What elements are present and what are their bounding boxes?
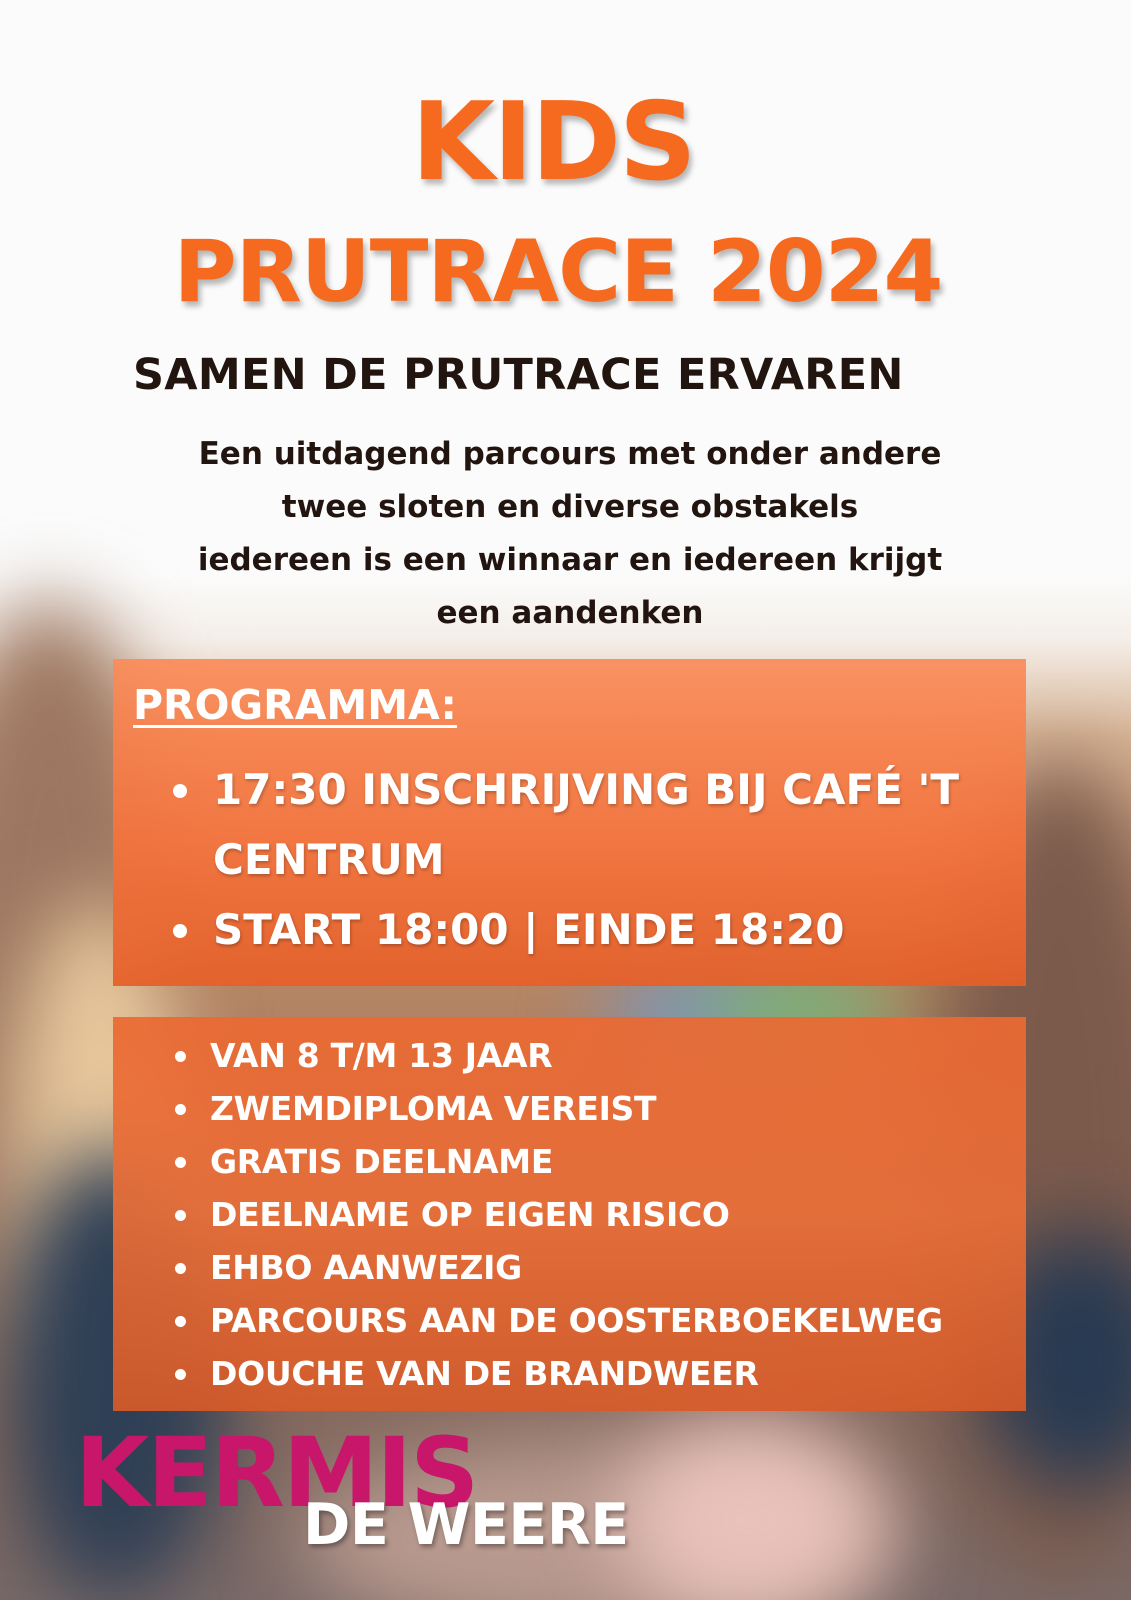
bullet-icon bbox=[175, 1051, 186, 1062]
info-item-text: DEELNAME OP EIGEN RISICO bbox=[210, 1195, 730, 1234]
program-item-text: START 18:00 | EINDE 18:20 bbox=[213, 905, 845, 954]
title-prutrace: PRUTRACE 2024 bbox=[173, 222, 944, 322]
background-blur-shape bbox=[620, 1420, 880, 1600]
subtitle: SAMEN DE PRUTRACE ERVAREN bbox=[133, 350, 904, 400]
title-kids: KIDS bbox=[411, 80, 696, 205]
bullet-icon bbox=[173, 784, 187, 798]
info-item: EHBO AANWEZIG bbox=[173, 1241, 1023, 1294]
info-item: PARCOURS AAN DE OOSTERBOEKELWEG bbox=[173, 1294, 1023, 1347]
info-item-text: GRATIS DEELNAME bbox=[210, 1142, 554, 1181]
description-line: iedereen is een winnaar en iedereen krij… bbox=[197, 542, 943, 578]
bullet-icon bbox=[175, 1369, 186, 1380]
info-item-text: EHBO AANWEZIG bbox=[210, 1248, 522, 1287]
program-panel: PROGRAMMA: 17:30 INSCHRIJVING BIJ CAFÉ '… bbox=[113, 659, 1026, 986]
info-list: VAN 8 T/M 13 JAAR ZWEMDIPLOMA VEREIST GR… bbox=[173, 1029, 1023, 1400]
info-item: GRATIS DEELNAME bbox=[173, 1135, 1023, 1188]
info-item-text: DOUCHE VAN DE BRANDWEER bbox=[210, 1354, 759, 1393]
info-item-text: ZWEMDIPLOMA VEREIST bbox=[210, 1089, 657, 1128]
info-item-text: VAN 8 T/M 13 JAAR bbox=[210, 1036, 553, 1075]
info-item: ZWEMDIPLOMA VEREIST bbox=[173, 1082, 1023, 1135]
bullet-icon bbox=[175, 1316, 186, 1327]
program-list: 17:30 INSCHRIJVING BIJ CAFÉ 'T CENTRUM S… bbox=[168, 755, 1008, 965]
description-line: een aandenken bbox=[436, 595, 704, 631]
program-item-text: 17:30 INSCHRIJVING BIJ CAFÉ 'T CENTRUM bbox=[213, 765, 960, 884]
description: Een uitdagend parcours met onder andere … bbox=[110, 428, 1030, 640]
info-item: VAN 8 T/M 13 JAAR bbox=[173, 1029, 1023, 1082]
info-item-text: PARCOURS AAN DE OOSTERBOEKELWEG bbox=[210, 1301, 943, 1340]
bullet-icon bbox=[175, 1157, 186, 1168]
description-line: twee sloten en diverse obstakels bbox=[281, 489, 859, 525]
info-panel: VAN 8 T/M 13 JAAR ZWEMDIPLOMA VEREIST GR… bbox=[113, 1017, 1026, 1411]
bullet-icon bbox=[173, 924, 187, 938]
logo-de-weere: DE WEERE bbox=[303, 1492, 629, 1558]
description-line: Een uitdagend parcours met onder andere bbox=[198, 436, 942, 472]
program-heading: PROGRAMMA: bbox=[133, 681, 457, 729]
program-item: START 18:00 | EINDE 18:20 bbox=[168, 895, 1008, 965]
bullet-icon bbox=[175, 1104, 186, 1115]
info-item: DOUCHE VAN DE BRANDWEER bbox=[173, 1347, 1023, 1400]
program-item: 17:30 INSCHRIJVING BIJ CAFÉ 'T CENTRUM bbox=[168, 755, 1008, 895]
info-item: DEELNAME OP EIGEN RISICO bbox=[173, 1188, 1023, 1241]
bullet-icon bbox=[175, 1210, 186, 1221]
bullet-icon bbox=[175, 1263, 186, 1274]
